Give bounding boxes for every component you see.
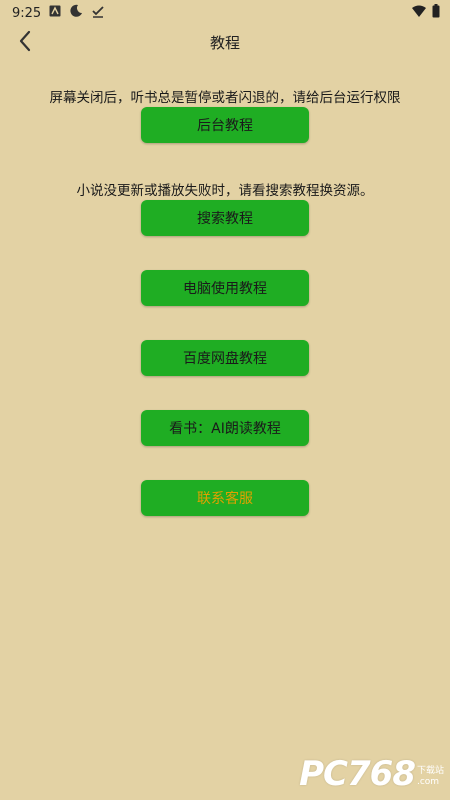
app-bar: 教程 <box>0 24 450 60</box>
status-time: 9:25 <box>12 5 42 21</box>
status-left: 9:25 <box>12 4 105 22</box>
a-notification-icon <box>49 5 61 21</box>
page-title: 教程 <box>209 34 240 52</box>
status-right <box>412 4 440 22</box>
watermark-main-text: PC768 <box>299 754 416 794</box>
status-bar: 9:25 <box>0 0 450 24</box>
background-tutorial-button[interactable]: 后台教程 <box>141 107 309 143</box>
pc-usage-tutorial-button[interactable]: 电脑使用教程 <box>141 270 309 306</box>
ai-reading-tutorial-button[interactable]: 看书：AI朗读教程 <box>141 410 309 446</box>
search-tutorial-button[interactable]: 搜索教程 <box>141 200 309 236</box>
contact-service-button[interactable]: 联系客服 <box>141 480 309 516</box>
watermark-side-top: 下载站 <box>416 766 444 776</box>
moon-notification-icon <box>69 4 83 22</box>
watermark-side-bottom: .com <box>416 777 440 787</box>
battery-icon <box>432 4 440 22</box>
background-permission-notice: 屏幕关闭后，听书总是暂停或者闪退的，请给后台运行权限 <box>49 90 401 106</box>
change-source-notice: 小说没更新或播放失败时，请看搜索教程换资源。 <box>76 183 374 199</box>
check-notification-icon <box>91 4 105 22</box>
baidu-netdisk-tutorial-button[interactable]: 百度网盘教程 <box>141 340 309 376</box>
pc768-watermark-logo: PC768 下载站 .com <box>299 754 444 794</box>
watermark-side: 下载站 .com <box>417 766 444 788</box>
wifi-icon <box>412 5 426 21</box>
